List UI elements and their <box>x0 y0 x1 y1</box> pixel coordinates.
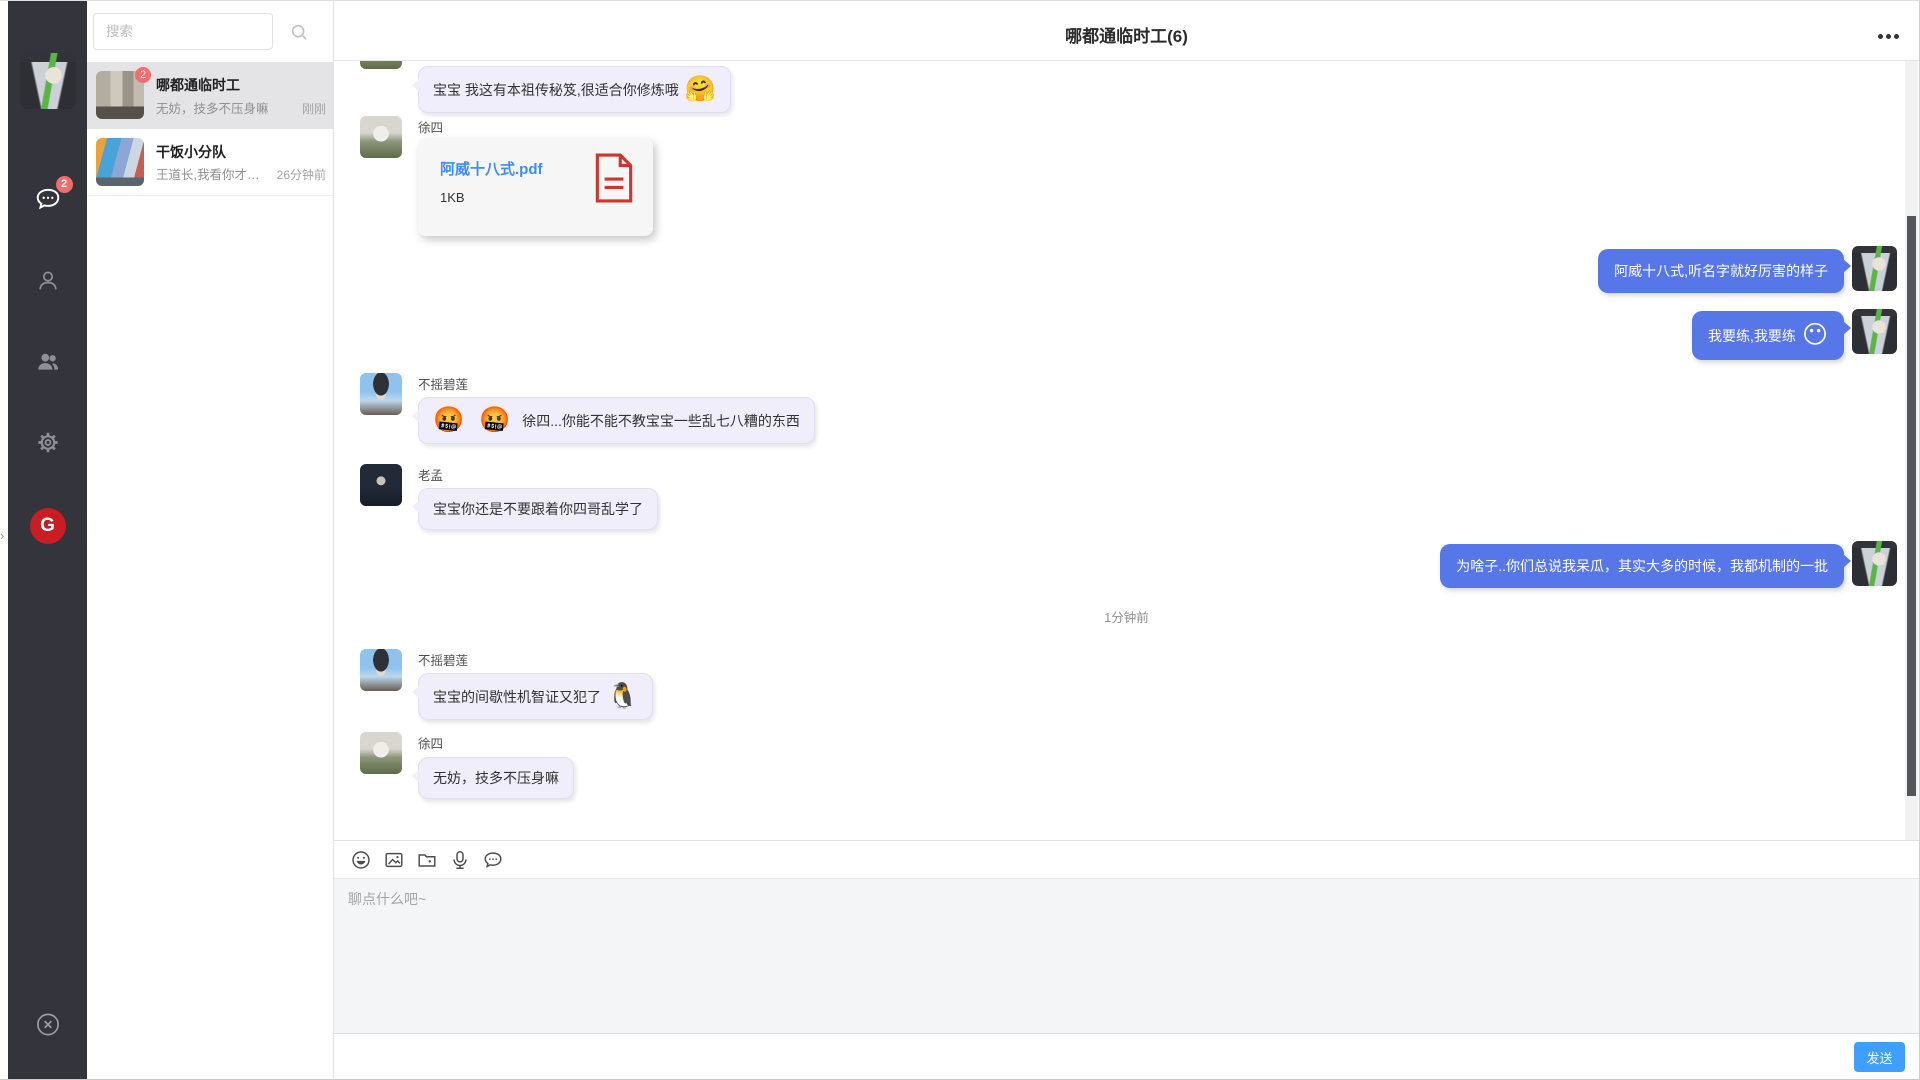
scrollbar-track[interactable] <box>1905 61 1918 840</box>
message-text: 我要练,我要练 <box>1708 326 1796 346</box>
scrollbar-thumb[interactable] <box>1907 216 1916 796</box>
sender-name: 不摇碧莲 <box>418 374 468 393</box>
message-input[interactable] <box>334 879 1919 1033</box>
chat-bubble-icon <box>34 200 62 217</box>
avatar-self[interactable] <box>1852 541 1897 586</box>
message-text: 宝宝你还是不要跟着你四哥乱学了 <box>433 499 643 519</box>
composer-toolbar <box>334 840 1919 878</box>
panel-collapse-icon[interactable]: › <box>0 529 8 542</box>
conversation-time: 刚刚 <box>302 100 326 117</box>
person-icon <box>35 280 60 297</box>
chat-header: 哪都通临时工(6) <box>334 1 1919 61</box>
message-bubble: 无妨，技多不压身嘛 <box>418 757 574 799</box>
hugging-face-emoji: 🤗 <box>685 77 716 102</box>
left-rail: › <box>0 1 8 1079</box>
sidebar-item-groups[interactable] <box>35 349 61 380</box>
avatar-xusi[interactable] <box>360 61 402 69</box>
g-logo-icon[interactable]: G <box>30 508 66 544</box>
send-button[interactable]: 发送 <box>1854 1042 1905 1072</box>
search-input[interactable] <box>93 13 273 50</box>
chat-title: 哪都通临时工(6) <box>334 22 1919 47</box>
conversation-title: 哪都通临时工 <box>156 75 240 95</box>
emoji-icon[interactable] <box>350 849 372 871</box>
sender-name: 老孟 <box>418 465 443 484</box>
avatar-self[interactable] <box>1852 309 1897 354</box>
unread-badge: 2 <box>56 176 73 193</box>
search-icon[interactable] <box>289 22 311 44</box>
close-circle-icon <box>34 1025 61 1042</box>
file-name-link[interactable]: 阿威十八式.pdf <box>440 158 543 179</box>
time-divider: 1分钟前 <box>334 607 1919 626</box>
message-text: 宝宝 我这有本祖传秘笈,很适合你修炼哦 <box>433 80 679 100</box>
sender-name: 不摇碧莲 <box>418 650 468 669</box>
angry-face-emoji: 🤬 🤬 <box>433 408 514 433</box>
file-attachment-card[interactable]: 阿威十八式.pdf 1KB <box>418 138 653 236</box>
file-size: 1KB <box>440 190 465 205</box>
conversation-item-nadutong[interactable]: 2 哪都通临时工 无妨，技多不压身嘛 刚刚 <box>87 62 333 129</box>
microphone-icon[interactable] <box>449 849 471 871</box>
avatar-xusi[interactable] <box>360 732 402 774</box>
group-avatar <box>96 138 144 186</box>
sidebar-item-settings[interactable] <box>35 430 60 460</box>
sidebar: 2 <box>8 1 87 1079</box>
chat-app-window: › 2 <box>0 0 1920 1080</box>
conversation-title: 干饭小分队 <box>156 142 226 162</box>
message-bubble: 宝宝的间歇性机智证又犯了 🐧 <box>418 673 653 720</box>
conversation-preview: 王道长,我看你才… <box>156 164 259 183</box>
folder-icon[interactable] <box>416 849 438 871</box>
message-text: 宝宝的间歇性机智证又犯了 <box>433 687 601 707</box>
message-area: 宝宝 我这有本祖传秘笈,很适合你修炼哦 🤗 徐四 阿威十八式.pdf 1KB <box>334 61 1919 840</box>
send-bar: 发送 <box>334 1033 1919 1080</box>
message-bubble: 🤬 🤬 徐四...你能不能不教宝宝一些乱七八糟的东西 <box>418 397 815 444</box>
message-bubble: 宝宝你还是不要跟着你四哥乱学了 <box>418 488 658 530</box>
message-text: 为啥子..你们总说我呆瓜，其实大多的时候，我都机制的一批 <box>1456 556 1828 576</box>
sidebar-item-chats[interactable]: 2 <box>34 185 62 218</box>
conversation-preview: 无妨，技多不压身嘛 <box>156 98 269 117</box>
unread-badge: 2 <box>135 67 151 83</box>
group-avatar: 2 <box>96 71 144 119</box>
avatar-bilian[interactable] <box>360 649 402 691</box>
pdf-document-icon <box>593 153 635 208</box>
logout-button[interactable] <box>34 1011 61 1043</box>
penguin-emoji: 🐧 <box>607 684 638 709</box>
sender-name: 徐四 <box>418 733 443 752</box>
message-text: 无妨，技多不压身嘛 <box>433 768 559 788</box>
image-icon[interactable] <box>383 849 405 871</box>
avatar-laomeng[interactable] <box>360 464 402 506</box>
gear-icon <box>35 442 60 459</box>
avatar-bilian[interactable] <box>360 373 402 415</box>
sender-name: 徐四 <box>418 117 443 136</box>
message-bubble: 我要练,我要练 😶 <box>1692 311 1844 360</box>
more-options-icon[interactable] <box>1878 34 1899 39</box>
composer-input-area <box>334 878 1919 1033</box>
chat-pane: 哪都通临时工(6) 宝宝 我这有本祖传秘笈,很适合你修炼哦 🤗 徐四 阿威十八式… <box>334 1 1919 1079</box>
message-text: 阿威十八式,听名字就好厉害的样子 <box>1614 261 1828 281</box>
sidebar-item-contacts[interactable] <box>35 268 60 298</box>
message-text: 徐四...你能不能不教宝宝一些乱七八糟的东西 <box>522 411 800 431</box>
people-group-icon <box>35 362 61 379</box>
avatar-self[interactable] <box>1852 246 1897 291</box>
user-avatar[interactable] <box>20 53 76 109</box>
conversation-item-ganfan[interactable]: 干饭小分队 王道长,我看你才… 26分钟前 <box>87 129 333 196</box>
message-bubble: 为啥子..你们总说我呆瓜，其实大多的时候，我都机制的一批 <box>1440 544 1844 588</box>
message-bubble: 阿威十八式,听名字就好厉害的样子 <box>1598 249 1844 293</box>
face-emoji: 😶 <box>1802 323 1828 348</box>
message-bubble: 宝宝 我这有本祖传秘笈,很适合你修炼哦 🤗 <box>418 66 731 113</box>
conversation-time: 26分钟前 <box>277 166 326 183</box>
avatar-xusi[interactable] <box>360 116 402 158</box>
conversation-list: 2 哪都通临时工 无妨，技多不压身嘛 刚刚 干饭小分队 王道长,我看你才… 26… <box>87 1 334 1079</box>
message-bubble-icon[interactable] <box>482 849 504 871</box>
